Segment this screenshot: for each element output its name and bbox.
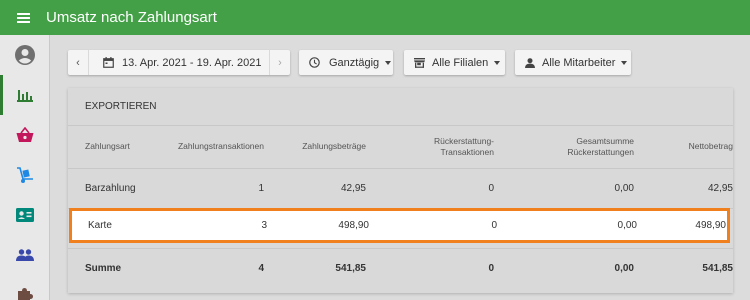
puzzle-icon	[17, 288, 33, 300]
chevron-down-icon	[494, 60, 501, 65]
sidebar-item-account[interactable]	[0, 35, 49, 75]
time-filter-dropdown[interactable]: Ganztägig	[299, 50, 393, 75]
sidebar-item-addons[interactable]	[0, 275, 49, 300]
store-icon	[414, 57, 425, 68]
basket-icon	[16, 127, 33, 142]
table-sum-row: Summe 4 541,85 0 0,00 541,85	[68, 248, 733, 288]
sidebar-item-shop[interactable]	[0, 115, 49, 155]
column-header-refund-transactions: Rückerstattung- Transaktionen	[366, 126, 494, 169]
column-header-net-amount: Nettobetrag	[634, 126, 733, 169]
highlighted-row-karte[interactable]: Karte 3 498,90 0 0,00 498,90	[69, 208, 730, 243]
cell-transactions: 3	[261, 220, 267, 231]
cell-refund-transactions: 0	[491, 220, 497, 231]
sidebar-item-customers[interactable]	[0, 195, 49, 235]
sidebar-item-staff[interactable]	[0, 235, 49, 275]
sidebar	[0, 35, 50, 300]
column-header-transactions: Zahlungstransaktionen	[158, 126, 264, 169]
column-header-refund-total: Gesamtsumme Rückerstattungen	[494, 126, 634, 169]
column-header-payment-type: Zahlungsart	[68, 126, 158, 169]
cell-amount: 42,95	[264, 168, 366, 209]
export-button[interactable]: EXPORTIEREN	[85, 101, 157, 112]
chevron-down-icon	[385, 60, 392, 65]
highlighted-row-table: Karte 3 498,90 0 0,00 498,90	[71, 211, 726, 240]
cell-sum-refund-transactions: 0	[488, 262, 494, 274]
date-range-picker: ‹ 13. Apr. 2021 - 19. Apr. 2021 ›	[68, 50, 290, 75]
cell-net-amount: 42,95	[634, 168, 733, 209]
calendar-icon	[103, 57, 114, 68]
table-row: Barzahlung 1 42,95 0 0,00 42,95	[68, 168, 733, 209]
person-icon	[525, 57, 535, 68]
date-range-button[interactable]: 13. Apr. 2021 - 19. Apr. 2021	[89, 50, 269, 75]
sidebar-item-reports[interactable]	[0, 75, 49, 115]
hand-truck-icon	[16, 166, 33, 183]
cell-transactions: 1	[158, 168, 264, 209]
chevron-right-icon: ›	[278, 56, 282, 69]
cell-net-amount: 498,90	[695, 220, 726, 231]
cell-payment-type: Barzahlung	[68, 168, 158, 209]
date-range-label: 13. Apr. 2021 - 19. Apr. 2021	[122, 56, 262, 69]
bar-chart-icon	[16, 90, 33, 102]
payment-table: Zahlungsart Zahlungstransaktionen Zahlun…	[68, 126, 733, 288]
cell-sum-transactions: 4	[258, 262, 264, 274]
cell-refund-transactions: 0	[366, 168, 494, 209]
menu-button[interactable]	[0, 0, 46, 35]
app-bar: Umsatz nach Zahlungsart	[0, 0, 750, 35]
page-title: Umsatz nach Zahlungsart	[46, 9, 217, 26]
column-header-amounts: Zahlungsbeträge	[264, 126, 366, 169]
staff-filter-label: Alle Mitarbeiter	[542, 56, 616, 69]
previous-period-button[interactable]: ‹	[68, 50, 89, 75]
cell-sum-label: Summe	[85, 262, 122, 274]
account-circle-icon	[14, 45, 35, 65]
cell-amount: 498,90	[338, 220, 369, 231]
cell-refund-total: 0,00	[617, 220, 637, 231]
people-icon	[15, 249, 34, 261]
time-filter-label: Ganztägig	[329, 56, 380, 69]
cell-payment-type: Karte	[88, 220, 112, 231]
cell-refund-total: 0,00	[494, 168, 634, 209]
branch-filter-dropdown[interactable]: Alle Filialen	[404, 50, 505, 75]
report-card: EXPORTIEREN Zahlungsart Zahlungstransakt…	[68, 88, 733, 293]
cell-sum-amount: 541,85	[335, 262, 366, 274]
chevron-down-icon	[621, 60, 628, 65]
next-period-button[interactable]: ›	[269, 50, 290, 75]
staff-filter-dropdown[interactable]: Alle Mitarbeiter	[515, 50, 631, 75]
chevron-left-icon: ‹	[76, 56, 80, 69]
cell-sum-refund-total: 0,00	[614, 262, 634, 274]
branch-filter-label: Alle Filialen	[432, 56, 489, 69]
table-header-row: Zahlungsart Zahlungstransaktionen Zahlun…	[68, 126, 733, 169]
sidebar-item-inventory[interactable]	[0, 155, 49, 195]
menu-icon	[16, 12, 30, 23]
table-row: Karte 3 498,90 0 0,00 498,90	[71, 211, 726, 240]
clock-icon	[309, 57, 320, 68]
contact-card-icon	[15, 208, 34, 222]
cell-sum-net-amount: 541,85	[702, 262, 733, 274]
